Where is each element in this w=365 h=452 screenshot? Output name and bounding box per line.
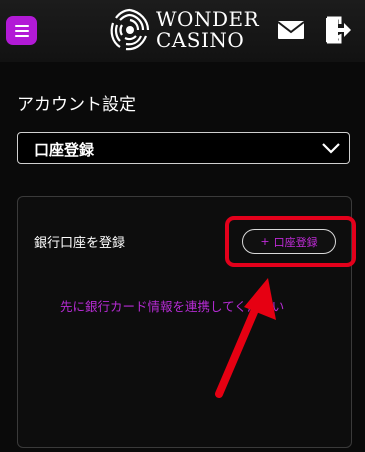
logout-icon bbox=[326, 16, 351, 44]
logout-button[interactable] bbox=[323, 16, 353, 44]
mail-icon bbox=[277, 21, 305, 39]
link-card-notice: 先に銀行カード情報を連携してください bbox=[60, 299, 285, 314]
hamburger-icon-line bbox=[14, 24, 29, 27]
plus-icon: + bbox=[260, 235, 270, 248]
hamburger-icon-line bbox=[14, 29, 29, 32]
bank-register-label: 銀行口座を登録 bbox=[34, 236, 126, 251]
top-header: WONDER CASINO bbox=[0, 0, 365, 62]
add-button-label: 口座登録 bbox=[273, 235, 318, 249]
logo-emblem-icon bbox=[110, 8, 150, 51]
hamburger-icon-line bbox=[14, 34, 29, 37]
brand-logo[interactable]: WONDER CASINO bbox=[106, 6, 266, 54]
brand-name-line2: CASINO bbox=[156, 28, 245, 52]
chevron-down-icon bbox=[322, 143, 340, 154]
page-title: アカウント設定 bbox=[17, 95, 136, 115]
menu-button[interactable] bbox=[6, 16, 37, 45]
brand-name-line1: WONDER bbox=[156, 7, 260, 31]
mail-button[interactable] bbox=[276, 18, 306, 42]
add-bank-account-button[interactable]: + 口座登録 bbox=[242, 229, 336, 254]
select-value: 口座登録 bbox=[34, 141, 95, 159]
account-section-select[interactable]: 口座登録 bbox=[17, 132, 350, 164]
